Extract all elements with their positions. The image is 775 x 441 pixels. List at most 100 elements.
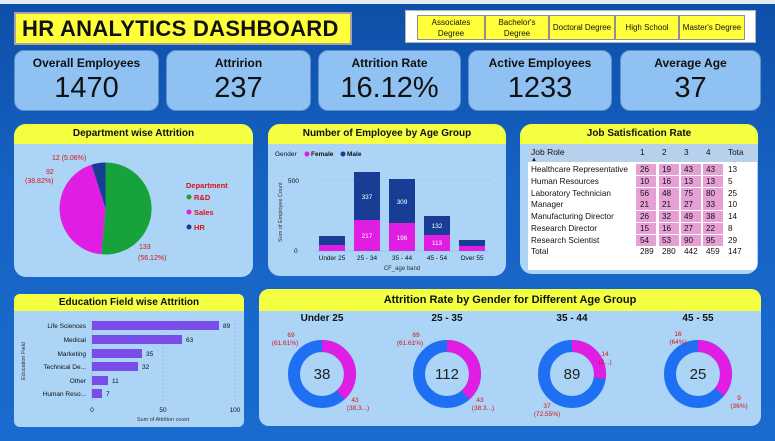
donut-label-female-pct: (38.3...) — [347, 405, 369, 412]
kpi-attrition: Attririon 237 — [166, 50, 311, 111]
table-cell: 75 — [684, 188, 694, 198]
donut-group-title: 45 - 55 — [682, 313, 714, 324]
kpi-label: Overall Employees — [32, 56, 141, 70]
edu-chart-xlabel: Sum of Attrition count — [137, 417, 190, 423]
bar-life-sciences[interactable] — [92, 321, 219, 330]
dept-pie-chart: 12 (5.06%) 92 (38.82%) 133 (56.12%) Depa… — [25, 155, 228, 262]
slicer-high-school[interactable]: High School — [615, 15, 679, 40]
bar-marketing[interactable] — [92, 349, 142, 358]
bar-female-under-25[interactable] — [319, 245, 345, 251]
xtick-35-44: 35 - 44 — [392, 255, 413, 262]
legend-label-sales: Sales — [194, 208, 214, 217]
table-cell: 15 — [640, 224, 650, 233]
donut-center-value: 89 — [564, 366, 581, 383]
donut-group-title: Under 25 — [301, 313, 344, 324]
xtick-100: 100 — [230, 407, 241, 414]
donut-center-value: 112 — [435, 366, 459, 383]
slicer-masters-degree[interactable]: Master's Degree — [679, 15, 745, 40]
pie-label-hr: 12 (5.06%) — [52, 155, 86, 162]
donut-group-title: 35 - 44 — [556, 313, 588, 324]
age-group-bar-chart: Gender Female Male Sum of Employee Count… — [275, 151, 490, 272]
table-total-cell: 459 — [706, 246, 720, 256]
donut-label-female-count: 9 — [737, 395, 741, 402]
pie-slice-rd[interactable] — [101, 162, 152, 255]
job-satisfaction-panel: Job Satisfication Rate Job Role ▲ 1 2 3 … — [520, 124, 758, 274]
table-cell: 10 — [728, 200, 738, 210]
field-label-technical-degree: Technical De... — [43, 364, 86, 371]
donut-label-female-count: 14 — [601, 351, 609, 358]
donut-label-female-pct: (2...) — [598, 359, 611, 366]
table-cell: 16 — [662, 224, 672, 233]
age-chart-ylabel: Sum of Employee Count — [278, 182, 284, 242]
table-cell: 19 — [662, 165, 672, 174]
table-cell: 48 — [662, 188, 672, 198]
table-cell: 90 — [684, 235, 694, 245]
field-label-life-sciences: Life Sciences — [47, 323, 86, 330]
table-cell: 22 — [706, 224, 716, 233]
bar-medical[interactable] — [92, 335, 182, 344]
dept-attrition-panel: Department wise Attrition 12 (5.06%) 92 … — [14, 124, 253, 277]
age-chart-xlabel: CF_age band — [384, 266, 420, 272]
kpi-label: Attririon — [214, 56, 263, 70]
education-slicer: Associates Degree Bachelor's Degree Doct… — [405, 10, 756, 43]
xtick-under-25: Under 25 — [319, 255, 346, 262]
table-cell: 27 — [684, 200, 694, 210]
table-cell: 8 — [728, 224, 733, 233]
legend-label-female: Female — [311, 151, 334, 158]
table-cell: 56 — [640, 188, 650, 198]
slicer-bachelors-degree[interactable]: Bachelor's Degree — [485, 15, 549, 40]
bar-male-over-55[interactable] — [459, 240, 485, 246]
table-row-label: Manager — [531, 200, 564, 210]
gender-legend-label: Gender — [275, 151, 298, 158]
table-cell: 54 — [640, 235, 650, 245]
xtick-0: 0 — [90, 407, 94, 414]
kpi-value: 37 — [674, 72, 707, 104]
page-title: HR ANALYTICS DASHBOARD — [14, 12, 352, 45]
kpi-label: Attrition Rate — [351, 56, 428, 70]
kpi-average-age: Average Age 37 — [620, 50, 761, 111]
legend-marker-male — [340, 151, 346, 157]
dept-legend-title: Department — [186, 181, 228, 190]
table-cell: 38 — [706, 212, 716, 222]
kpi-label: Average Age — [654, 56, 727, 70]
xtick-25-34: 25 - 34 — [357, 255, 378, 262]
slicer-associates-degree[interactable]: Associates Degree — [417, 15, 485, 40]
bar-human-resources[interactable] — [92, 389, 102, 398]
donut-label-female-pct: (36%) — [730, 403, 747, 410]
legend-marker-female — [304, 151, 310, 157]
col-header-4[interactable]: 4 — [706, 147, 711, 158]
legend-label-male: Male — [347, 151, 362, 158]
bar-other[interactable] — [92, 376, 108, 385]
table-total-cell: 147 — [728, 246, 742, 256]
table-cell: 29 — [728, 235, 738, 245]
bar-value-other: 11 — [112, 378, 119, 385]
edu-chart-ylabel: Education Field — [21, 342, 27, 380]
col-header-total[interactable]: Tota — [728, 147, 743, 158]
field-label-marketing: Marketing — [57, 351, 86, 358]
legend-marker-hr — [186, 224, 192, 230]
bar-female-over-55[interactable] — [459, 246, 485, 251]
bar-label-male-45-54: 132 — [432, 223, 443, 230]
panel-title: Job Satisfication Rate — [520, 124, 758, 144]
table-total-label: Total — [531, 246, 549, 256]
col-header-1[interactable]: 1 — [640, 147, 645, 158]
kpi-value: 1470 — [54, 72, 119, 104]
bar-value-life-sciences: 89 — [223, 323, 231, 330]
donut-label-male-pct: (64%) — [669, 339, 686, 346]
donut-label-male-pct: (61.61%) — [272, 340, 298, 347]
donut-center-value: 38 — [314, 366, 331, 383]
col-header-2[interactable]: 2 — [662, 147, 667, 158]
table-cell: 14 — [728, 212, 738, 222]
donut-center-value: 25 — [690, 366, 707, 383]
table-cell: 10 — [640, 176, 650, 186]
donut-label-male-count: 69 — [287, 332, 295, 339]
table-cell: 16 — [662, 176, 672, 186]
col-header-3[interactable]: 3 — [684, 147, 689, 158]
age-group-panel: Number of Employee by Age Group Gender F… — [268, 124, 506, 276]
donut-label-female-count: 43 — [476, 397, 484, 404]
table-cell: 32 — [662, 212, 672, 222]
bar-technical-degree[interactable] — [92, 362, 138, 371]
bar-male-under-25[interactable] — [319, 236, 345, 245]
donut-group-title: 25 - 35 — [431, 313, 463, 324]
slicer-doctoral-degree[interactable]: Doctoral Degree — [549, 15, 615, 40]
